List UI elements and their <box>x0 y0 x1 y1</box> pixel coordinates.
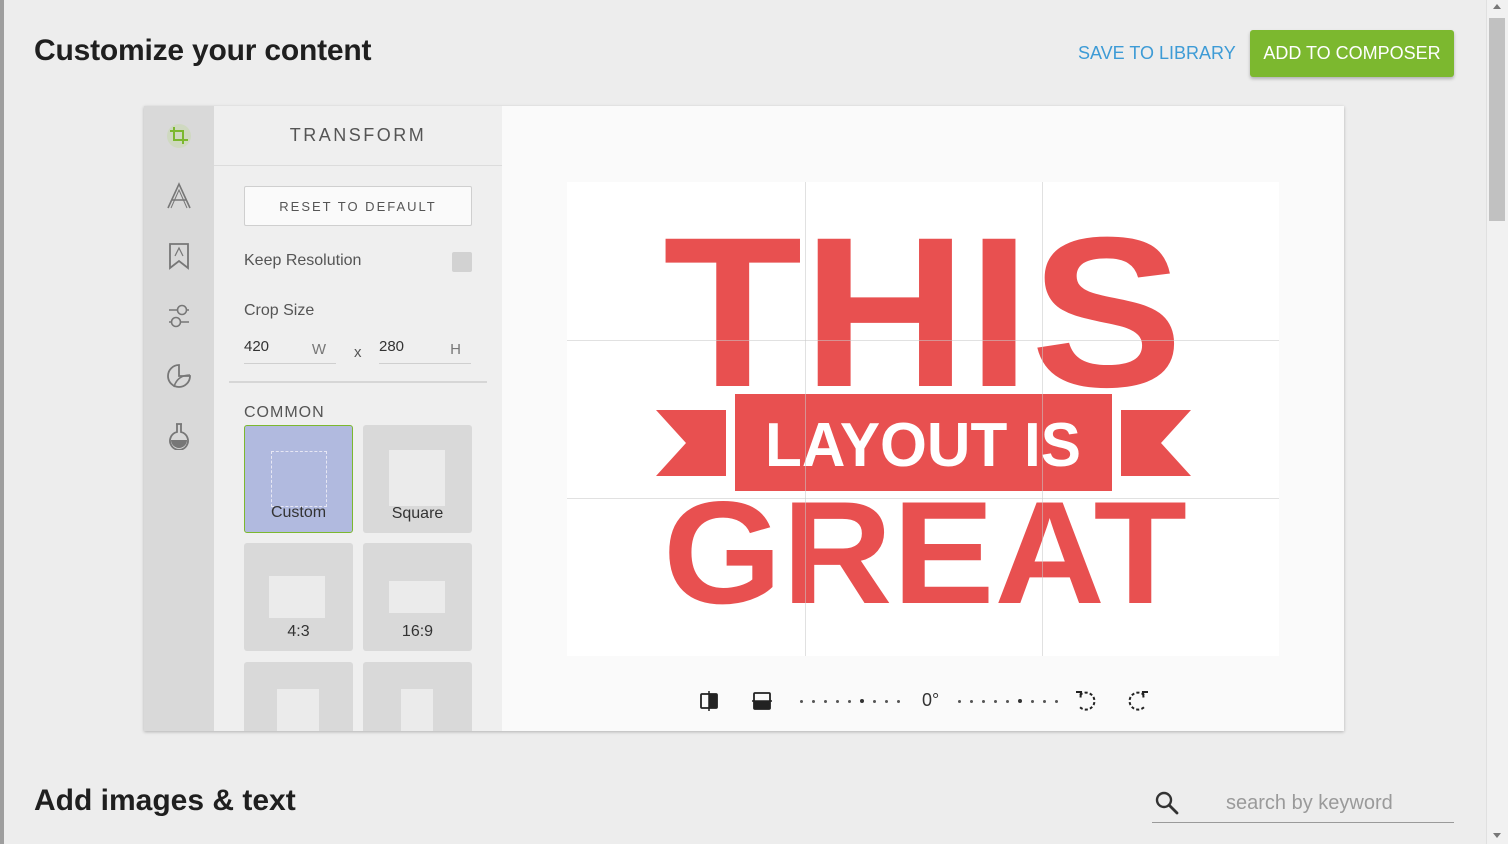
slider-tick <box>824 700 827 703</box>
common-section-label: COMMON <box>244 404 325 421</box>
crop-grid-line <box>567 340 1279 341</box>
graphic-line-2: LAYOUT IS <box>765 411 1081 480</box>
preset-tile-shape <box>401 689 433 731</box>
preset-label: Square <box>391 505 444 522</box>
scroll-up-arrow-icon[interactable] <box>1493 4 1501 9</box>
preset-4-3[interactable]: 4:3 <box>244 543 353 651</box>
text-tool-button[interactable] <box>164 181 194 211</box>
width-field[interactable]: 420 W <box>244 334 336 364</box>
dimension-separator: x <box>354 344 362 361</box>
page-scrollbar[interactable] <box>1486 0 1508 844</box>
preset-tile[interactable] <box>363 662 472 731</box>
sticker-tool-button[interactable] <box>164 361 194 391</box>
height-unit-label: H <box>450 341 461 358</box>
preset-tile-shape <box>277 689 319 731</box>
adjust-tool-button[interactable] <box>164 301 194 331</box>
rotate-right-icon <box>1128 691 1148 711</box>
this-layout-is-great-graphic: THIS LAYOUT IS GREAT <box>656 193 1191 634</box>
width-value[interactable]: 420 <box>244 338 269 355</box>
preset-square[interactable]: Square <box>363 425 472 533</box>
flask-icon <box>169 423 189 450</box>
rotation-value: 0° <box>922 690 940 710</box>
slider-tick <box>970 700 973 703</box>
text-icon <box>167 182 191 209</box>
preset-16-9[interactable]: 16:9 <box>363 543 472 651</box>
crop-image[interactable]: THIS LAYOUT IS GREAT <box>567 182 1279 656</box>
preset-4-3-shape <box>269 576 325 618</box>
flip-vertical-icon <box>752 692 772 710</box>
editor-toolbar <box>144 106 214 731</box>
slider-tick <box>1031 700 1034 703</box>
slider-tick <box>1043 700 1046 703</box>
ribbon-left <box>656 410 726 476</box>
slider-tick <box>1055 700 1058 703</box>
preset-custom-shape <box>271 451 327 507</box>
panel-title: TRANSFORM <box>214 106 502 166</box>
preset-label: 4:3 <box>287 623 310 640</box>
scroll-thumb[interactable] <box>1489 18 1505 221</box>
adjust-icon <box>169 304 189 328</box>
crop-icon <box>167 124 191 148</box>
rotate-right-button[interactable] <box>1126 689 1150 713</box>
bookmark-icon <box>169 243 189 270</box>
preset-label: 16:9 <box>401 623 434 640</box>
effects-tool-button[interactable] <box>164 421 194 451</box>
slider-tick <box>860 699 864 703</box>
overlay-tool-button[interactable] <box>164 241 194 271</box>
sticker-icon <box>167 364 191 388</box>
flip-vertical-button[interactable] <box>750 689 774 713</box>
keep-resolution-label: Keep Resolution <box>244 252 362 269</box>
crop-tool-button[interactable] <box>164 121 194 151</box>
flip-horizontal-icon <box>700 691 718 711</box>
page-title: Customize your content <box>34 34 372 67</box>
keep-resolution-checkbox[interactable] <box>452 252 472 272</box>
slider-tick <box>836 700 839 703</box>
height-value[interactable]: 280 <box>379 338 404 355</box>
rotate-left-button[interactable] <box>1074 689 1098 713</box>
flip-horizontal-button[interactable] <box>697 689 721 713</box>
preset-custom[interactable]: Custom <box>244 425 353 533</box>
window-left-edge <box>0 0 4 844</box>
ribbon-right <box>1121 410 1191 476</box>
width-unit-label: W <box>311 341 326 358</box>
preset-tile[interactable] <box>244 662 353 731</box>
panel-divider <box>229 381 487 383</box>
slider-tick <box>800 700 803 703</box>
preset-label: Custom <box>270 504 327 521</box>
slider-tick <box>958 700 961 703</box>
slider-tick <box>1006 700 1009 703</box>
graphic-line-3: GREAT <box>663 471 1187 634</box>
transform-panel: TRANSFORM RESET TO DEFAULT Keep Resoluti… <box>214 106 502 731</box>
slider-tick <box>812 700 815 703</box>
add-images-text-heading: Add images & text <box>34 784 296 817</box>
slider-tick <box>885 700 888 703</box>
slider-tick <box>897 700 900 703</box>
crop-grid-line <box>567 498 1279 499</box>
search-bar <box>1152 784 1454 823</box>
save-to-library-link[interactable]: SAVE TO LIBRARY <box>1078 43 1236 64</box>
crop-grid-line <box>1042 182 1043 656</box>
add-to-composer-button[interactable]: ADD TO COMPOSER <box>1250 30 1454 77</box>
search-input[interactable] <box>1226 788 1446 818</box>
height-field[interactable]: 280 H <box>379 334 471 364</box>
crop-grid-line <box>805 182 806 656</box>
image-editor: TRANSFORM RESET TO DEFAULT Keep Resoluti… <box>144 106 1344 731</box>
preset-16-9-shape <box>389 581 445 613</box>
preset-square-shape <box>389 450 445 506</box>
slider-tick <box>982 700 985 703</box>
canvas-area: THIS LAYOUT IS GREAT 0° <box>502 106 1344 731</box>
scroll-down-arrow-icon[interactable] <box>1493 833 1501 838</box>
slider-tick <box>873 700 876 703</box>
slider-tick <box>1018 699 1022 703</box>
slider-tick <box>994 700 997 703</box>
slider-tick <box>848 700 851 703</box>
crop-size-label: Crop Size <box>244 302 315 319</box>
transform-controls: 0° <box>502 681 1344 721</box>
reset-to-default-button[interactable]: RESET TO DEFAULT <box>244 186 472 226</box>
rotate-left-icon <box>1076 691 1096 711</box>
search-icon[interactable] <box>1154 790 1180 816</box>
